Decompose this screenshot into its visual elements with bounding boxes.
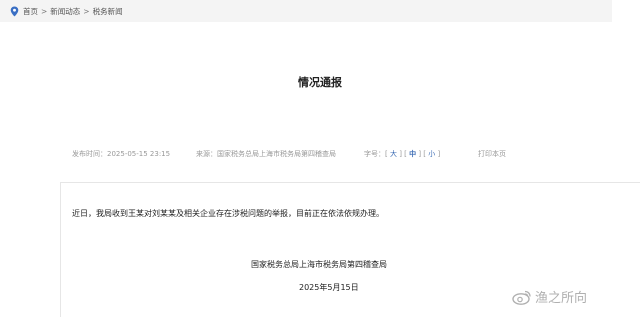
watermark: 渔之所向 <box>512 287 587 306</box>
article-title: 情况通报 <box>298 76 342 89</box>
article-body: 近日，我局收到王某对刘某某及相关企业存在涉税问题的举报，目前正在依法依规办理。 <box>72 209 384 218</box>
published-time: 发布时间：2025-05-15 23:15 <box>72 149 170 159</box>
breadcrumb-separator: > <box>41 6 48 16</box>
breadcrumb-bar: 首页 > 新闻动态 > 税务新闻 <box>0 0 612 22</box>
print-page-link[interactable]: 打印本页 <box>478 149 506 159</box>
article-signature: 国家税务总局上海市税务局第四稽查局 <box>251 260 387 269</box>
source-label: 来源： <box>196 150 217 158</box>
location-pin-icon <box>10 6 19 16</box>
published-value: 2025-05-15 23:15 <box>107 150 171 158</box>
breadcrumb: 首页 > 新闻动态 > 税务新闻 <box>10 4 123 18</box>
font-size-selector: 字号：[ 大 ] [ 中 ] [ 小 ] <box>364 150 441 158</box>
breadcrumb-tax-news-link[interactable]: 税务新闻 <box>93 6 123 17</box>
weibo-logo-icon <box>512 290 531 305</box>
font-size-large-link[interactable]: 大 <box>390 150 397 158</box>
font-size-label: 字号： <box>364 150 385 158</box>
breadcrumb-separator: > <box>83 6 90 16</box>
watermark-text: 渔之所向 <box>535 291 588 306</box>
breadcrumb-news-link[interactable]: 新闻动态 <box>50 6 80 17</box>
source-value: 国家税务总局上海市税务局第四稽查局 <box>217 150 336 158</box>
published-label: 发布时间： <box>72 150 107 158</box>
article-source: 来源：国家税务总局上海市税务局第四稽查局 <box>196 149 336 159</box>
breadcrumb-home-link[interactable]: 首页 <box>23 6 38 17</box>
article-date: 2025年5月15日 <box>299 283 359 292</box>
